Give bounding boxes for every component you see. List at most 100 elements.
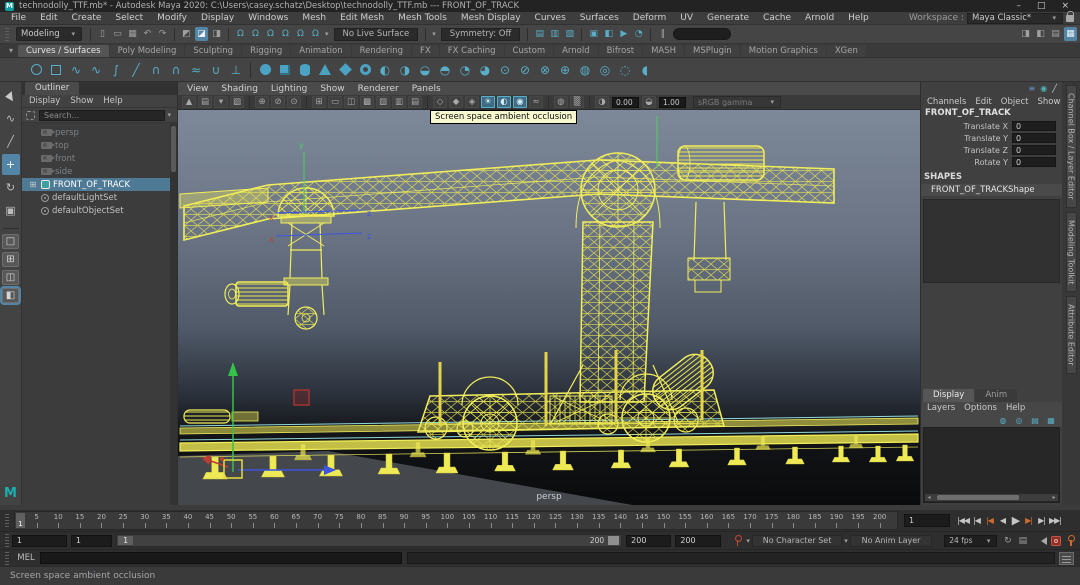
shelf-tab-poly-modeling[interactable]: Poly Modeling [110,45,185,57]
select-by-component-icon[interactable]: ◨ [210,27,223,41]
menu-generate[interactable]: Generate [700,13,756,23]
project-curve-icon[interactable]: ⊙ [495,60,515,80]
range-start-handle[interactable]: 1 [118,536,133,545]
shelf-tab-animation[interactable]: Animation [291,45,350,57]
menu-modify[interactable]: Modify [150,13,194,23]
panel-menu-renderer[interactable]: Renderer [358,84,399,94]
grid-icon[interactable]: ⊞ [312,96,326,108]
trim-tool-icon[interactable]: ⊘ [515,60,535,80]
input-connections-icon[interactable]: ▥ [548,27,561,41]
range-bar[interactable]: 1 200 [116,534,622,547]
animation-start-field[interactable]: 1 [12,535,67,547]
scale-tool[interactable]: ▣ [2,200,20,221]
exposure-field[interactable]: 0.00 [612,97,639,108]
search-input[interactable]: Search... [39,110,165,121]
attribute-value-field[interactable]: 0 [1012,121,1056,131]
gate-mask-icon[interactable]: ▩ [360,96,374,108]
timeline-ruler[interactable]: 1 51015202530354045505560657075808590951… [14,511,898,530]
select-by-hierarchy-icon[interactable]: ◩ [180,27,193,41]
select-tool[interactable] [2,85,20,106]
sidebar-tab-channel-box-layer-editor[interactable]: Channel Box / Layer Editor [1066,85,1077,208]
chevron-down-icon[interactable]: ▾ [746,537,750,545]
attribute-value-field[interactable]: 0 [1012,145,1056,155]
use-all-lights-icon[interactable]: ☀ [481,96,495,108]
scroll-right-icon[interactable]: ▸ [1050,494,1058,501]
outliner-menu-help[interactable]: Help [103,96,122,106]
menu-set-dropdown[interactable]: Modeling ▾ [16,27,82,41]
input-operations-icon[interactable]: ▤ [533,27,546,41]
hardware-fog-icon[interactable]: ▒ [570,96,584,108]
channel-menu-channels[interactable]: Channels [927,97,966,107]
playback-end-field[interactable]: 200 [626,535,671,547]
anim-layer-dropdown[interactable]: No Anim Layer [850,535,933,547]
playback-loop-icon[interactable]: ↻ [1001,534,1014,548]
attribute-editor-toggle-icon[interactable]: ◨ [1019,27,1032,41]
ipr-render-icon[interactable]: ▶ [617,27,630,41]
layer-playback-icon[interactable]: ◎ [1014,415,1024,426]
screen-space-ambient-occlusion-icon[interactable]: ◉ [513,96,527,108]
safe-title-icon[interactable]: ▤ [408,96,422,108]
expand-toggle-icon[interactable]: ⊞ [28,180,38,189]
redo-icon[interactable]: ↷ [156,27,169,41]
detach-curves-icon[interactable]: ⊥ [226,60,246,80]
undo-icon[interactable]: ↶ [141,27,154,41]
command-language-toggle[interactable]: MEL [12,553,40,563]
outliner-item-side[interactable]: side [22,165,177,178]
nurbs-cone-icon[interactable] [315,60,335,80]
nurbs-sphere-icon[interactable] [255,60,275,80]
open-close-surface-icon[interactable]: ◌ [615,60,635,80]
panel-menu-panels[interactable]: Panels [412,84,441,94]
workspace-lock-icon[interactable] [1066,15,1074,22]
shelf-tab-msplugin[interactable]: MSPlugin [685,45,740,57]
playblast-icon[interactable]: ▤ [1016,534,1029,548]
camera-bookmarks-icon[interactable]: ▾ [214,96,228,108]
layer-menu-help[interactable]: Help [1006,403,1025,413]
tool-settings-toggle-icon[interactable]: ◧ [1034,27,1047,41]
channel-settings-icon[interactable]: ╱ [1052,84,1057,93]
set-key-icon[interactable] [733,535,742,546]
make-object-live-icon[interactable]: Ω [309,27,322,41]
layout-single-pane[interactable]: □ [2,234,19,249]
extend-surface-icon[interactable]: ◎ [595,60,615,80]
channel-menu-show[interactable]: Show [1037,97,1060,107]
pencil-curve-tool-icon[interactable]: ╱ [126,60,146,80]
layer-menu-layers[interactable]: Layers [927,403,955,413]
loft-icon[interactable]: ◑ [395,60,415,80]
grip-handle[interactable] [5,514,9,527]
outliner-menu-display[interactable]: Display [29,96,60,106]
nurbs-plane-icon[interactable] [335,60,355,80]
textured-display-icon[interactable]: ◈ [465,96,479,108]
film-gate-icon[interactable]: ▭ [328,96,342,108]
insert-isoparm-icon[interactable]: ◍ [575,60,595,80]
pause-viewport-icon[interactable]: ‖ [656,27,669,41]
shelf-tab-bifrost[interactable]: Bifrost [599,45,642,57]
grip-handle[interactable] [5,552,9,565]
step-back-key-button[interactable]: |◀ [984,516,995,525]
two-point-arc-icon[interactable]: ∩ [166,60,186,80]
xray-display-icon[interactable]: ◍ [554,96,568,108]
auto-key-icon[interactable] [1066,535,1075,546]
open-render-view-icon[interactable]: ▣ [587,27,600,41]
planar-icon[interactable]: ◒ [415,60,435,80]
close-button[interactable]: × [1061,0,1069,12]
shelf-tab-rigging[interactable]: Rigging [242,45,290,57]
selection-mode-icon[interactable] [26,111,35,120]
attach-curves-icon[interactable]: ∪ [206,60,226,80]
viewport-canvas[interactable]: y z z x x [178,110,920,505]
outliner-scrollbar[interactable] [170,123,177,505]
layer-visibility-icon[interactable]: ◍ [998,415,1008,426]
chevron-down-icon[interactable]: ▾ [325,30,329,38]
shelf-tab-arnold[interactable]: Arnold [554,45,598,57]
menu-mesh-tools[interactable]: Mesh Tools [391,13,454,23]
scroll-left-icon[interactable]: ◂ [925,494,933,501]
revolve-icon[interactable]: ◐ [375,60,395,80]
menu-deform[interactable]: Deform [626,13,673,23]
gamma-field[interactable]: 1.00 [659,97,686,108]
lasso-select-tool[interactable]: ∿ [2,108,20,129]
extrude-icon[interactable]: ◓ [435,60,455,80]
menu-edit[interactable]: Edit [33,13,64,23]
menu-select[interactable]: Select [108,13,150,23]
menu-display[interactable]: Display [194,13,241,23]
menu-uv[interactable]: UV [673,13,700,23]
menu-windows[interactable]: Windows [241,13,295,23]
